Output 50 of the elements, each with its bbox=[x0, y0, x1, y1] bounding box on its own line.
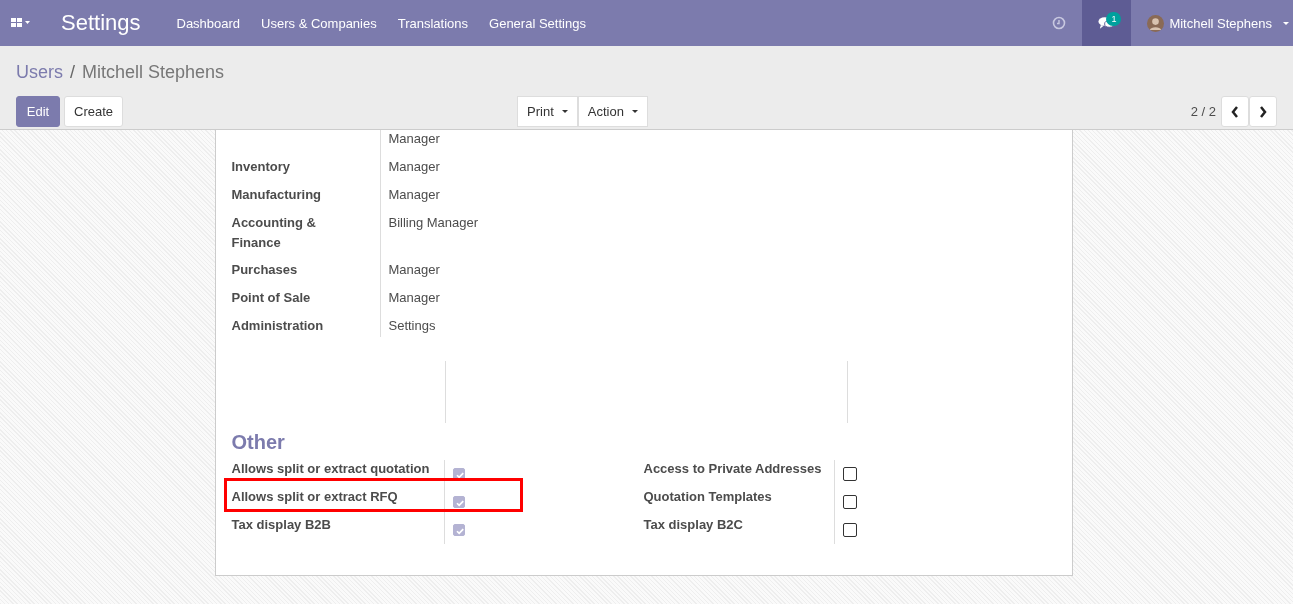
field-label: Purchases bbox=[231, 261, 299, 279]
field-label: Administration bbox=[231, 317, 325, 335]
avatar-icon bbox=[1147, 14, 1165, 32]
field-label: Tax display B2C bbox=[643, 516, 835, 544]
field-value: Manager bbox=[388, 187, 440, 202]
breadcrumb-separator: / bbox=[70, 61, 76, 83]
field-label: Point of Sale bbox=[231, 289, 312, 307]
next-button[interactable] bbox=[1249, 96, 1277, 127]
nav-menu-item[interactable]: Dashboard bbox=[176, 15, 241, 31]
field-label: Allows split or extract quotation bbox=[231, 460, 445, 488]
field-label: Allows split or extract RFQ bbox=[231, 488, 445, 516]
field-label: Tax display B2B bbox=[231, 516, 445, 544]
section-title: Other bbox=[231, 431, 286, 454]
app-title: Settings bbox=[61, 10, 141, 36]
messages-button[interactable]: 1 bbox=[1082, 0, 1132, 46]
notification-badge: 1 bbox=[1106, 12, 1122, 26]
field-value: Settings bbox=[388, 318, 436, 333]
checkbox[interactable] bbox=[842, 495, 857, 509]
checkbox[interactable] bbox=[842, 467, 857, 481]
edit-button[interactable]: Edit bbox=[16, 96, 60, 127]
user-menu[interactable]: Mitchell Stephens bbox=[1147, 14, 1289, 32]
field-value: Billing Manager bbox=[388, 215, 479, 230]
breadcrumb-link[interactable]: Users bbox=[16, 61, 63, 83]
caret-icon bbox=[631, 110, 638, 113]
field-value: Manager bbox=[388, 262, 440, 277]
print-dropdown[interactable]: Print bbox=[517, 96, 578, 127]
field-label: Manufacturing bbox=[231, 186, 323, 204]
caret-icon bbox=[561, 110, 568, 113]
pager-counter: 2 / 2 bbox=[1190, 104, 1216, 119]
nav-menu-item[interactable]: Users & Companies bbox=[261, 15, 377, 31]
checkbox[interactable] bbox=[842, 523, 857, 537]
chevron-left-icon bbox=[1231, 105, 1239, 118]
nav-menu-item[interactable]: General Settings bbox=[489, 15, 586, 31]
checkbox[interactable] bbox=[452, 524, 465, 536]
field-value: Manager bbox=[388, 131, 440, 146]
field-label: Inventory bbox=[231, 158, 291, 176]
nav-menu-item[interactable]: Translations bbox=[397, 15, 469, 31]
field-label: Accounting & Finance bbox=[231, 214, 317, 252]
field-label: Access to Private Addresses bbox=[643, 460, 835, 488]
apps-menu-icon[interactable] bbox=[11, 18, 31, 28]
chevron-right-icon bbox=[1259, 105, 1267, 118]
checkbox[interactable] bbox=[452, 496, 465, 508]
field-value: Manager bbox=[388, 159, 440, 174]
breadcrumb-current: Mitchell Stephens bbox=[82, 61, 225, 83]
field-value: Manager bbox=[388, 290, 440, 305]
create-button[interactable]: Create bbox=[64, 96, 124, 127]
field-label: Quotation Templates bbox=[643, 488, 835, 516]
previous-button[interactable] bbox=[1221, 96, 1249, 127]
caret-icon bbox=[1283, 21, 1289, 25]
action-dropdown[interactable]: Action bbox=[577, 96, 648, 127]
